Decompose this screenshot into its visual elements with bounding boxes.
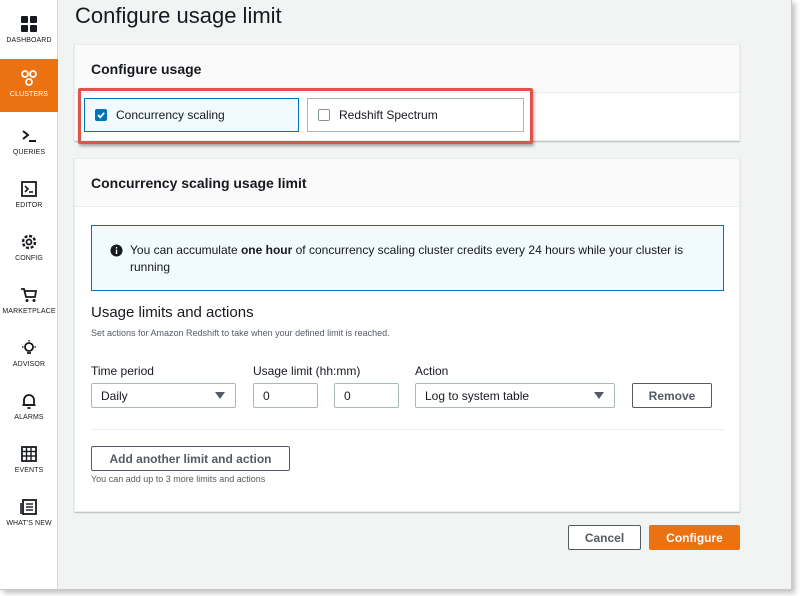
newspaper-icon <box>19 497 39 517</box>
sidebar-item-marketplace[interactable]: MARKETPLACE <box>0 279 58 329</box>
sidebar-item-label: EVENTS <box>14 467 44 474</box>
sidebar-item-label: DASHBOARD <box>6 37 52 44</box>
cancel-button[interactable]: Cancel <box>568 525 641 550</box>
sidebar-item-whats-new[interactable]: WHAT'S NEW <box>0 491 58 541</box>
highlight-annotation <box>78 88 533 144</box>
sidebar-item-clusters[interactable]: CLUSTERS <box>0 59 58 112</box>
remove-button[interactable]: Remove <box>632 383 712 408</box>
sidebar-item-config[interactable]: CONFIG <box>0 226 58 276</box>
usage-limit-heading: Concurrency scaling usage limit <box>75 159 739 207</box>
sidebar-item-editor[interactable]: EDITOR <box>0 173 58 223</box>
sidebar-item-label: ALARMS <box>14 414 44 421</box>
sidebar-nav: DASHBOARD CLUSTERS QUERIES EDITOR CONFIG <box>0 0 58 589</box>
app-window: DASHBOARD CLUSTERS QUERIES EDITOR CONFIG <box>0 0 792 590</box>
cart-icon <box>19 285 39 305</box>
bell-icon <box>19 391 39 411</box>
configure-button[interactable]: Configure <box>649 525 740 550</box>
add-limit-hint: You can add up to 3 more limits and acti… <box>91 474 266 484</box>
sidebar-item-label: ADVISOR <box>12 361 46 368</box>
page-title: Configure usage limit <box>75 3 282 28</box>
gear-icon <box>19 232 39 252</box>
time-period-label: Time period <box>91 364 154 378</box>
sidebar-item-label: WHAT'S NEW <box>6 520 52 527</box>
usage-limits-title: Usage limits and actions <box>91 304 254 321</box>
info-text-before: You can accumulate <box>130 243 241 257</box>
hours-input[interactable]: 0 <box>253 383 318 408</box>
info-alert: You can accumulate one hour of concurren… <box>91 225 724 291</box>
sidebar-item-queries[interactable]: QUERIES <box>0 120 58 170</box>
info-text-bold: one hour <box>240 243 293 257</box>
clusters-icon <box>19 68 39 88</box>
usage-limit-label: Usage limit (hh:mm) <box>253 364 361 378</box>
sidebar-item-events[interactable]: EVENTS <box>0 438 58 488</box>
caret-down-icon <box>594 392 604 399</box>
usage-limits-description: Set actions for Amazon Redshift to take … <box>91 328 390 338</box>
lightbulb-icon <box>19 338 39 358</box>
divider <box>91 429 724 430</box>
sidebar-item-label: QUERIES <box>12 149 46 156</box>
caret-down-icon <box>215 392 225 399</box>
editor-icon <box>19 179 39 199</box>
action-select[interactable]: Log to system table <box>415 383 615 408</box>
action-value: Log to system table <box>425 388 530 403</box>
dashboard-icon <box>19 14 39 34</box>
info-icon <box>110 244 123 257</box>
sidebar-item-label: MARKETPLACE <box>2 308 56 315</box>
queries-icon <box>19 126 39 146</box>
time-period-value: Daily <box>101 388 128 403</box>
time-period-select[interactable]: Daily <box>91 383 236 408</box>
action-label: Action <box>415 364 449 378</box>
sidebar-item-label: EDITOR <box>15 202 43 209</box>
add-limit-button[interactable]: Add another limit and action <box>91 446 290 471</box>
sidebar-item-dashboard[interactable]: DASHBOARD <box>0 8 58 58</box>
minutes-input[interactable]: 0 <box>334 383 399 408</box>
sidebar-item-alarms[interactable]: ALARMS <box>0 385 58 435</box>
sidebar-item-advisor[interactable]: ADVISOR <box>0 332 58 382</box>
sidebar-item-label: CLUSTERS <box>9 91 49 98</box>
sidebar-item-label: CONFIG <box>15 255 43 262</box>
configure-usage-heading: Configure usage <box>75 45 739 93</box>
calendar-icon <box>19 444 39 464</box>
